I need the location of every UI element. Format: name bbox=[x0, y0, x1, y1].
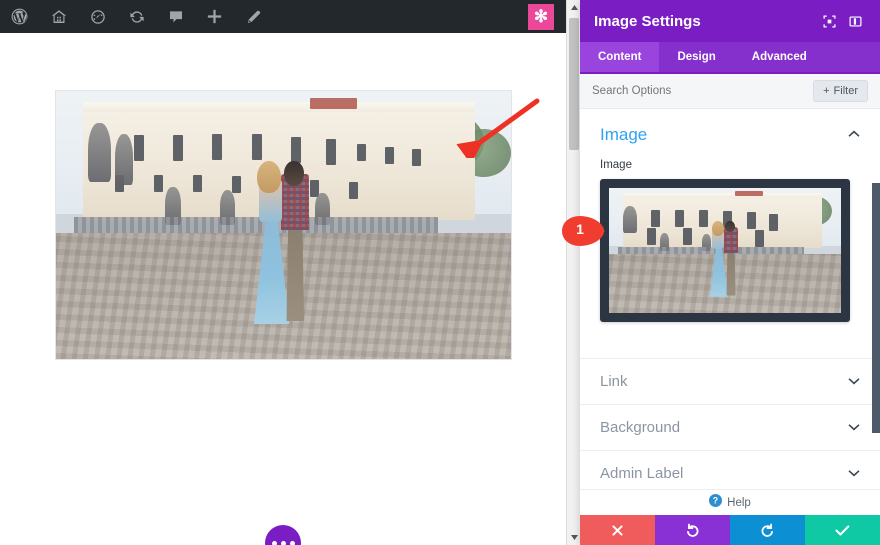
section-background-title: Background bbox=[600, 419, 681, 436]
section-image: Image Image bbox=[580, 109, 880, 322]
photo-woman-hair bbox=[257, 160, 281, 193]
site-home-icon[interactable] bbox=[39, 0, 78, 33]
comments-bubble-icon[interactable] bbox=[156, 0, 195, 33]
image-field-label: Image bbox=[600, 159, 632, 171]
image-preview-thumbnail bbox=[609, 188, 841, 313]
red-arrow-annotation bbox=[456, 98, 540, 158]
edit-pencil-icon[interactable] bbox=[234, 0, 273, 33]
photo-statue bbox=[87, 123, 111, 183]
chevron-down-icon[interactable] bbox=[848, 422, 860, 434]
section-link-title: Link bbox=[600, 373, 628, 390]
page-canvas-area: ✻ bbox=[0, 0, 566, 545]
tab-design[interactable]: Design bbox=[659, 42, 733, 72]
panel-header: Image Settings bbox=[580, 0, 880, 42]
redo-button[interactable] bbox=[730, 515, 805, 545]
page-content-canvas bbox=[0, 33, 566, 545]
cancel-button[interactable] bbox=[580, 515, 655, 545]
tab-advanced[interactable]: Advanced bbox=[734, 42, 825, 72]
photo-roof bbox=[310, 98, 358, 109]
panel-layout-icon[interactable] bbox=[844, 10, 866, 32]
image-preview-frame[interactable] bbox=[600, 179, 850, 322]
ellipsis-dot bbox=[280, 540, 286, 545]
search-options-row: + Filter bbox=[580, 74, 880, 109]
scroll-up-arrow-icon[interactable] bbox=[567, 0, 581, 15]
updates-refresh-icon[interactable] bbox=[117, 0, 156, 33]
search-input[interactable] bbox=[592, 85, 814, 97]
ellipsis-dot bbox=[289, 540, 295, 545]
section-admin-label-title: Admin Label bbox=[600, 465, 684, 482]
module-more-options-button[interactable] bbox=[265, 525, 301, 545]
svg-text:?: ? bbox=[713, 495, 718, 505]
chevron-up-icon[interactable] bbox=[848, 129, 860, 141]
section-admin-label[interactable]: Admin Label bbox=[580, 450, 880, 489]
divi-asterisk-icon[interactable]: ✻ bbox=[528, 3, 554, 30]
question-mark-icon: ? bbox=[709, 493, 723, 512]
section-link[interactable]: Link bbox=[580, 358, 880, 404]
photo-statue bbox=[115, 133, 134, 185]
fullscreen-expand-icon[interactable] bbox=[818, 10, 840, 32]
save-button[interactable] bbox=[805, 515, 880, 545]
panel-footer: ? Help bbox=[580, 489, 880, 545]
ellipsis-dot bbox=[271, 540, 277, 545]
wordpress-admin-bar: ✻ bbox=[0, 0, 566, 33]
section-background[interactable]: Background bbox=[580, 404, 880, 450]
plus-icon: + bbox=[823, 85, 830, 97]
image-settings-panel: Image Settings Content Design Advanced S… bbox=[580, 0, 880, 545]
canvas-scrollbar-thumb[interactable] bbox=[569, 18, 579, 150]
annotation-marker-1-number: 1 bbox=[576, 221, 584, 237]
chevron-down-icon[interactable] bbox=[848, 468, 860, 480]
canvas-scrollbar[interactable] bbox=[566, 0, 580, 545]
new-plus-icon[interactable] bbox=[195, 0, 234, 33]
panel-body: Image Image Link Background Admin Label bbox=[580, 109, 880, 489]
filter-button[interactable]: + Filter bbox=[813, 80, 868, 102]
help-row[interactable]: ? Help bbox=[580, 489, 880, 515]
help-label: Help bbox=[727, 496, 751, 509]
dashboard-gauge-icon[interactable] bbox=[78, 0, 117, 33]
hero-image-module[interactable] bbox=[55, 90, 512, 360]
tab-content[interactable]: Content bbox=[580, 42, 660, 72]
panel-tab-bar: Content Design Advanced bbox=[580, 42, 880, 74]
wordpress-logo-icon[interactable] bbox=[0, 0, 39, 33]
screen-root: ✻ Image Settings Content Design Advanced… bbox=[0, 0, 880, 545]
scroll-down-arrow-icon[interactable] bbox=[567, 530, 581, 545]
panel-action-bar bbox=[580, 515, 880, 545]
undo-button[interactable] bbox=[655, 515, 730, 545]
chevron-down-icon[interactable] bbox=[848, 376, 860, 388]
divi-asterisk-glyph: ✻ bbox=[533, 7, 549, 26]
section-image-title: Image bbox=[600, 125, 648, 144]
filter-button-label: Filter bbox=[833, 85, 858, 97]
photo-man-head bbox=[283, 160, 304, 187]
panel-scrollbar[interactable] bbox=[872, 183, 880, 433]
section-image-header[interactable]: Image bbox=[600, 125, 860, 159]
panel-title: Image Settings bbox=[594, 12, 701, 30]
